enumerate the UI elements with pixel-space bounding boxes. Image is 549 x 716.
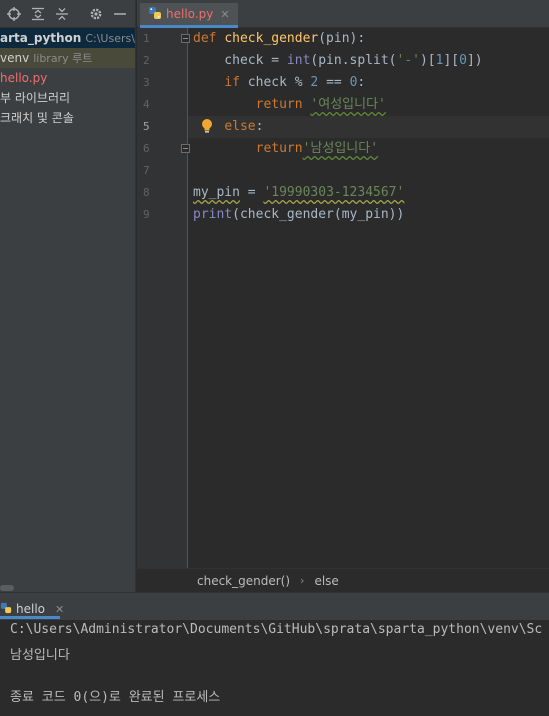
tree-item-venv[interactable]: venv library 루트: [0, 48, 135, 68]
tree-item-scratches[interactable]: 크래치 및 콘솔: [0, 108, 135, 128]
tree-item-external-libraries[interactable]: 부 라이브러리: [0, 88, 135, 108]
code-token: '19990303-1234567': [263, 185, 405, 200]
collapse-all-icon[interactable]: [50, 3, 74, 25]
scrollbar-thumb[interactable]: [0, 585, 14, 591]
hide-icon[interactable]: [108, 3, 132, 25]
locate-icon[interactable]: [2, 3, 26, 25]
sidebar-horizontal-scrollbar[interactable]: [0, 584, 135, 592]
python-run-icon: [0, 602, 12, 617]
tree-item-label: arta_python: [0, 31, 82, 45]
code-line: my_pin = '19990303-1234567': [193, 182, 404, 204]
gear-icon[interactable]: [84, 3, 108, 25]
tree-item-project-root[interactable]: arta_pythonC:\Users\A: [0, 28, 135, 48]
editor-tab-bar: hello.py ✕: [137, 0, 549, 28]
console-line-output: 남성입니다: [10, 648, 70, 663]
fold-marker-icon[interactable]: [181, 144, 190, 153]
line-number: 6: [143, 142, 150, 155]
tree-item-hello-py[interactable]: hello.py: [0, 68, 135, 88]
line-number: 2: [143, 54, 150, 67]
code-line: print(check_gender(my_pin)): [193, 204, 404, 226]
tree-item-label: 부 라이브러리: [0, 91, 71, 105]
chevron-right-icon: ›: [300, 574, 305, 587]
line-number: 8: [143, 186, 150, 199]
code-token: 0: [459, 53, 467, 68]
code-token: check_gender: [224, 31, 319, 46]
code-token: def: [193, 31, 225, 46]
code-token: if: [224, 75, 248, 90]
code-token: (pin.split(: [310, 53, 397, 68]
code-token: =: [239, 185, 264, 200]
run-tool-window-header: hello ✕: [0, 592, 549, 620]
code-token: check %: [247, 75, 311, 90]
run-console-output[interactable]: C:\Users\Administrator\Documents\GitHub\…: [0, 620, 549, 716]
code-token: '-': [396, 53, 420, 68]
project-sidebar: arta_pythonC:\Users\A venvlibrary 루트 hel…: [0, 0, 136, 592]
code-token: print: [193, 207, 233, 222]
code-editor[interactable]: 1 2 3 4 5 6 7 8 9 def check_gender(pin): check =…: [137, 28, 549, 568]
breadcrumb-item-else[interactable]: else: [314, 574, 338, 588]
code-line: def check_gender(pin):: [193, 28, 365, 50]
close-icon[interactable]: ✕: [220, 8, 229, 21]
code-token: check =: [193, 53, 287, 68]
expand-all-icon[interactable]: [26, 3, 50, 25]
code-token: '여성입니다': [310, 97, 386, 112]
code-token: :: [255, 119, 264, 134]
code-token: (pin):: [318, 31, 366, 46]
code-token: ]): [466, 53, 483, 68]
sidebar-toolbar: [0, 0, 135, 28]
breadcrumb-item-function[interactable]: check_gender(): [197, 574, 290, 588]
code-line: if check % 2 == 0:: [193, 72, 365, 94]
code-token: ][: [443, 53, 460, 68]
tab-hello-py[interactable]: hello.py ✕: [140, 3, 238, 28]
code-token: ==: [318, 75, 350, 90]
close-icon[interactable]: ✕: [55, 603, 64, 616]
line-number: 5: [143, 120, 150, 133]
tree-item-hint: library 루트: [33, 52, 93, 65]
tree-item-label: 크래치 및 콘솔: [0, 111, 74, 125]
code-token: (check_gender(my_pin)): [232, 207, 405, 222]
tree-item-label: venv: [0, 51, 30, 65]
code-token: return: [255, 141, 303, 156]
code-token: my_pin: [193, 185, 240, 200]
code-token: )[: [419, 53, 436, 68]
gutter-separator: [187, 28, 188, 568]
breadcrumb: check_gender() › else: [137, 568, 549, 592]
line-number: 9: [143, 208, 150, 221]
run-tab-active-indicator: [0, 616, 60, 619]
code-line: check = int(pin.split('-')[1][0]): [193, 50, 483, 72]
run-tab-label: hello: [16, 602, 45, 616]
console-line-exit-status: 종료 코드 0(으)로 완료된 프로세스: [10, 690, 221, 705]
fold-marker-icon[interactable]: [181, 34, 190, 43]
tree-item-label: hello.py: [0, 71, 48, 85]
code-token: else: [224, 119, 256, 134]
lightbulb-icon[interactable]: [200, 118, 214, 134]
console-line-command: C:\Users\Administrator\Documents\GitHub\…: [10, 622, 543, 637]
tab-label: hello.py: [166, 7, 214, 21]
code-token: :: [357, 75, 366, 90]
code-line: return '여성입니다': [193, 94, 386, 116]
code-token: return: [255, 97, 311, 112]
code-token: '남성입니다': [302, 141, 379, 156]
line-number: 7: [143, 164, 150, 177]
code-token: int: [286, 53, 311, 68]
tree-item-path: C:\Users\A: [85, 32, 135, 45]
line-number: 4: [143, 98, 150, 111]
python-file-icon: [148, 5, 162, 24]
code-line: return'남성입니다': [193, 138, 378, 160]
line-number: 1: [143, 32, 150, 45]
line-number: 3: [143, 76, 150, 89]
